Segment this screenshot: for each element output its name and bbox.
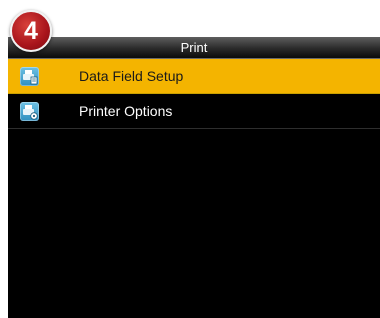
menu-item-printer-options[interactable]: Printer Options bbox=[8, 94, 380, 129]
device-screen: Print Data Field Setup Printer Options bbox=[8, 37, 380, 318]
page-title: Print bbox=[8, 37, 380, 59]
step-number-badge: 4 bbox=[10, 10, 52, 52]
menu-item-data-field-setup[interactable]: Data Field Setup bbox=[8, 59, 380, 94]
printer-data-field-icon bbox=[20, 67, 39, 86]
menu-item-label: Printer Options bbox=[79, 103, 173, 119]
printer-options-icon bbox=[20, 102, 39, 121]
menu-item-label: Data Field Setup bbox=[79, 68, 184, 84]
